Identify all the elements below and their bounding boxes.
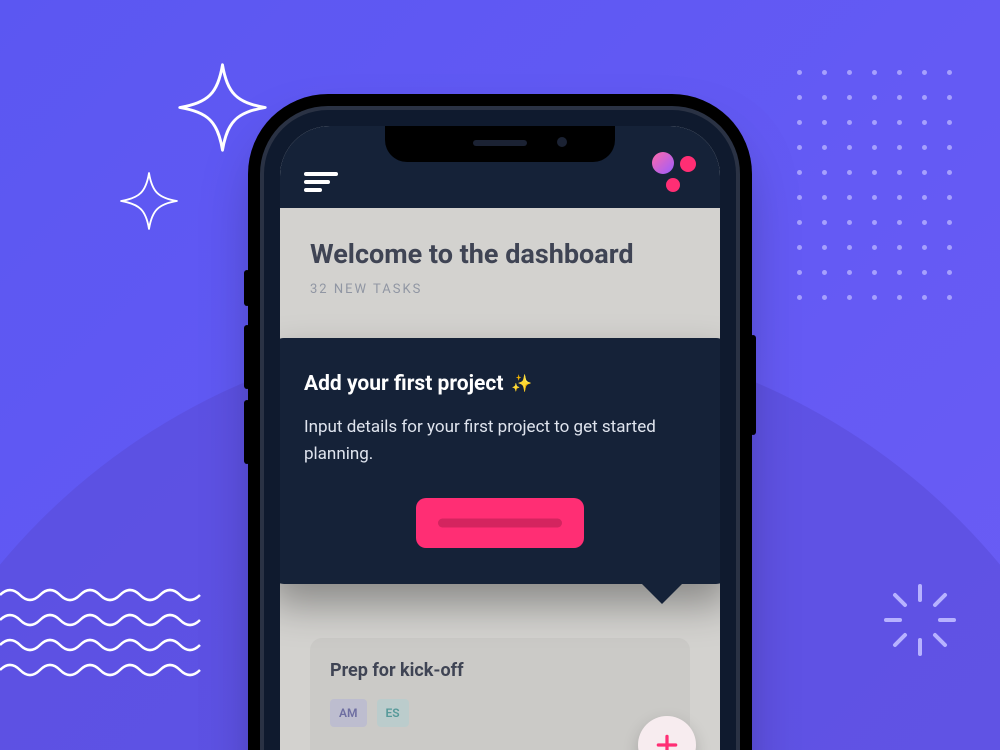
app-logo-icon[interactable] [652,152,696,192]
tooltip-cta-button[interactable] [416,498,584,548]
phone-screen: Welcome to the dashboard 32 NEW TASKS Ad… [280,126,720,750]
phone-notch [385,126,615,162]
phone-side-button [244,400,250,464]
phone-frame: Welcome to the dashboard 32 NEW TASKS Ad… [264,110,736,750]
menu-icon[interactable] [304,172,338,192]
tooltip-body: Input details for your first project to … [304,414,696,468]
sparkle-icon: ✨ [511,374,532,394]
star-icon [175,60,270,155]
star-icon [118,170,180,232]
phone-side-button [750,335,756,435]
phone-side-button [244,270,250,306]
burst-icon [880,580,960,660]
plus-icon [654,732,680,750]
artboard: Welcome to the dashboard 32 NEW TASKS Ad… [0,0,1000,750]
tooltip-heading-text: Add your first project [304,372,503,396]
tooltip-heading: Add your first project ✨ [304,372,696,396]
tooltip-tail-icon [640,582,684,604]
phone-side-button [244,325,250,389]
onboarding-tooltip: Add your first project ✨ Input details f… [280,338,720,584]
waves-icon [0,585,210,695]
dot-grid-icon [797,70,972,305]
dashboard-content: Welcome to the dashboard 32 NEW TASKS Ad… [280,208,720,750]
